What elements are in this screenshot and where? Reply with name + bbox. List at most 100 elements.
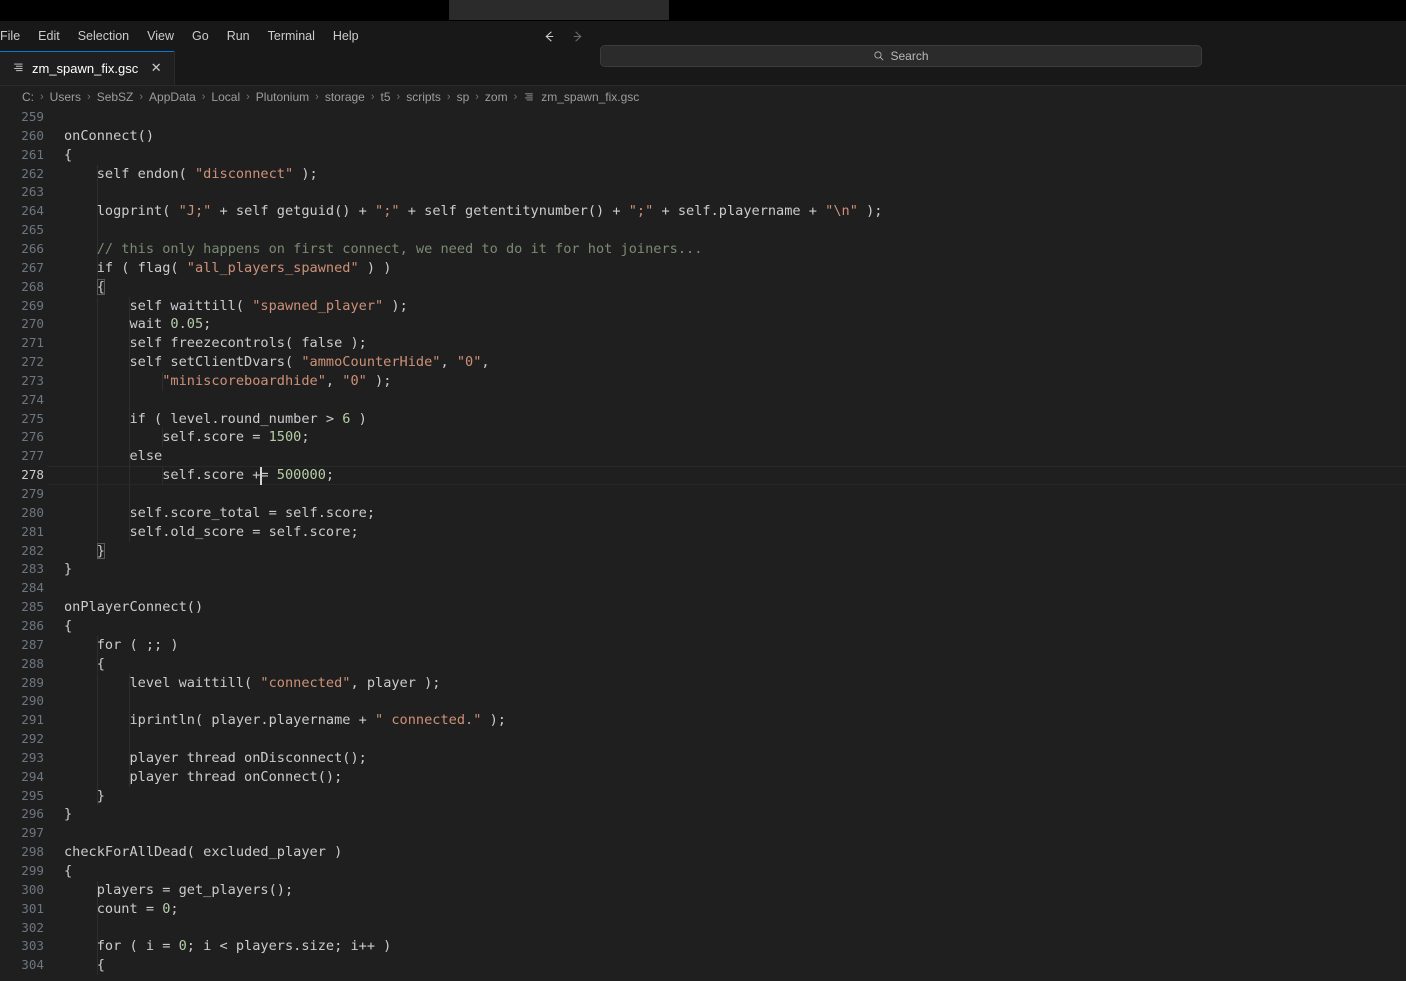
code-line[interactable]: 278 self.score += 500000; — [0, 466, 1406, 485]
code-line[interactable]: 298 checkForAllDead( excluded_player ) — [0, 843, 1406, 862]
breadcrumb-item-users[interactable]: Users — [50, 90, 81, 104]
code-line[interactable]: 296} — [0, 805, 1406, 824]
browser-tab[interactable] — [675, 0, 1095, 20]
line-number: 280 — [21, 504, 44, 520]
browser-tab[interactable] — [0, 0, 445, 20]
line-number: 270 — [21, 316, 44, 332]
code-line[interactable]: 301 count = 0; — [0, 899, 1406, 919]
menu-help[interactable]: Help — [324, 26, 368, 46]
breadcrumb-separator: › — [87, 91, 91, 103]
line-number: 293 — [21, 749, 44, 765]
search-input[interactable]: Search — [600, 45, 1202, 67]
code-line[interactable]: 261 { — [0, 146, 1406, 165]
breadcrumb-item-t5[interactable]: t5 — [381, 90, 391, 104]
code-line[interactable]: 272 self setClientDvars( "ammoCounterHid… — [0, 353, 1406, 372]
code-line[interactable]: 275 if ( level.round_number > 6 ) — [0, 409, 1406, 429]
menu-edit[interactable]: Edit — [29, 26, 69, 46]
menu-terminal[interactable]: Terminal — [259, 26, 324, 46]
code-editor[interactable]: 259 260 onConnect() 261 {262 self endon( "di… — [0, 108, 1406, 981]
code-line[interactable]: 279 — [0, 485, 1406, 504]
breadcrumb-item-scripts[interactable]: scripts — [406, 90, 441, 104]
code-line[interactable]: 289 level waittill( "connected", player … — [0, 673, 1406, 693]
code-line[interactable]: 288 { — [0, 654, 1406, 674]
line-number: 272 — [21, 354, 44, 370]
menu-selection[interactable]: Selection — [69, 26, 138, 46]
code-line[interactable]: 293 player thread onDisconnect(); — [0, 748, 1406, 768]
code-line[interactable]: 273 "miniscoreboardhide", "0" ); — [0, 371, 1406, 391]
code-line[interactable]: 290 — [0, 692, 1406, 712]
line-number: 265 — [21, 222, 44, 238]
code-line[interactable]: 282 } — [0, 541, 1406, 561]
arrow-right-icon[interactable] — [569, 28, 585, 44]
line-text: player thread onDisconnect(); — [64, 749, 367, 766]
code-line[interactable]: 294 player thread onConnect(); — [0, 767, 1406, 787]
line-text: "miniscoreboardhide", "0" ); — [162, 372, 392, 389]
line-number: 269 — [21, 297, 44, 313]
code-line[interactable]: 270 wait 0.05; — [0, 315, 1406, 335]
code-line[interactable]: 304 { — [0, 956, 1406, 976]
code-line[interactable]: 269 self waittill( "spawned_player" ); — [0, 296, 1406, 316]
line-text: onConnect() — [64, 127, 155, 144]
menu-file[interactable]: File — [0, 26, 29, 46]
code-line[interactable]: 299 { — [0, 862, 1406, 881]
code-line[interactable]: 276 self.score = 1500; — [0, 428, 1406, 448]
close-icon[interactable]: ✕ — [148, 60, 164, 76]
gsc-file-icon — [12, 61, 26, 75]
breadcrumb-item-zom[interactable]: zom — [485, 90, 508, 104]
code-line[interactable]: 302 — [0, 918, 1406, 938]
menu-view[interactable]: View — [138, 26, 183, 46]
breadcrumb-item-storage[interactable]: storage — [325, 90, 365, 104]
vscode-window: File Edit Selection View Go Run Terminal… — [0, 21, 1406, 981]
code-line[interactable]: 265 — [0, 221, 1406, 240]
code-line[interactable]: 274 — [0, 390, 1406, 410]
line-number: 283 — [21, 561, 44, 577]
code-line[interactable]: 263 — [0, 183, 1406, 203]
code-line[interactable]: 267 if ( flag( "all_players_spawned" ) ) — [0, 258, 1406, 278]
code-line[interactable]: 297 — [0, 824, 1406, 843]
code-line[interactable]: 271 self freezecontrols( false ); — [0, 334, 1406, 354]
code-line[interactable]: 287 for ( ;; ) — [0, 635, 1406, 655]
code-line[interactable]: 280 self.score_total = self.score; — [0, 503, 1406, 523]
breadcrumb-item-local[interactable]: Local — [211, 90, 240, 104]
code-line[interactable]: 281 self.old_score = self.score; — [0, 522, 1406, 542]
breadcrumb-item-sebsz[interactable]: SebSZ — [97, 90, 134, 104]
code-line[interactable]: 284 — [0, 579, 1406, 598]
code-line[interactable]: 264 logprint( "J;" + self getguid() + ";… — [0, 202, 1406, 222]
breadcrumb-separator: › — [139, 91, 144, 103]
arrow-left-icon[interactable] — [541, 28, 557, 44]
breadcrumb-item-appdata[interactable]: AppData — [149, 90, 196, 104]
code-line[interactable]: 286 { — [0, 617, 1406, 636]
breadcrumb-item-plutonium[interactable]: Plutonium — [256, 90, 309, 104]
line-number: 302 — [21, 919, 44, 935]
code-line[interactable]: 266 // this only happens on first connec… — [0, 239, 1406, 259]
line-text: count = 0; — [64, 900, 179, 917]
breadcrumb-separator: › — [40, 91, 44, 103]
code-line[interactable]: 292 — [0, 730, 1406, 749]
code-line[interactable]: 283} — [0, 560, 1406, 579]
code-line[interactable]: 285 onPlayerConnect() — [0, 598, 1406, 617]
breadcrumb-separator: › — [246, 91, 250, 103]
code-line[interactable]: 277 else — [0, 447, 1406, 467]
line-number: 294 — [21, 768, 44, 784]
line-number: 279 — [21, 486, 44, 501]
code-line[interactable]: 262 self endon( "disconnect" ); — [0, 164, 1406, 184]
code-line[interactable]: 260 onConnect() — [0, 127, 1406, 146]
line-number: 275 — [21, 410, 44, 426]
bracket-match: } — [96, 542, 105, 559]
breadcrumb-item-sp[interactable]: sp — [457, 90, 470, 104]
code-line[interactable]: 259 — [0, 108, 1406, 127]
menu-run[interactable]: Run — [218, 26, 259, 46]
indent-guide — [96, 730, 98, 749]
code-line[interactable]: 268 { — [0, 277, 1406, 297]
code-line[interactable]: 295 } — [0, 786, 1406, 806]
code-line[interactable]: 303 for ( i = 0; i < players.size; i++ ) — [0, 937, 1406, 957]
line-number: 286 — [21, 617, 44, 633]
indent-guide — [96, 390, 98, 410]
tab-zm-spawn-fix-gsc[interactable]: zm_spawn_fix.gsc ✕ — [0, 51, 176, 85]
menu-go[interactable]: Go — [183, 26, 218, 46]
breadcrumb-item-file[interactable]: zm_spawn_fix.gsc — [523, 90, 639, 104]
browser-tab-active[interactable] — [449, 0, 669, 20]
code-line[interactable]: 291 iprintln( player.playername + " conn… — [0, 711, 1406, 731]
code-line[interactable]: 300 players = get_players(); — [0, 880, 1406, 900]
breadcrumb-item-c[interactable]: C: — [22, 90, 34, 104]
